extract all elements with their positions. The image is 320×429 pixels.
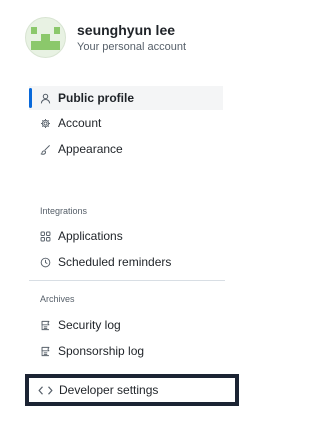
sidebar-item-applications[interactable]: Applications	[29, 224, 223, 248]
sidebar-item-appearance[interactable]: Appearance	[29, 137, 223, 161]
username[interactable]: seunghyun lee	[77, 22, 186, 39]
avatar[interactable]	[25, 17, 66, 58]
sidebar-item-scheduled-reminders[interactable]: Scheduled reminders	[29, 250, 223, 274]
gear-icon	[40, 118, 51, 129]
log-icon	[40, 320, 51, 331]
account-header: seunghyun lee Your personal account	[25, 17, 186, 58]
clock-icon	[40, 257, 51, 268]
sidebar-item-label: Developer settings	[59, 383, 159, 397]
account-names: seunghyun lee Your personal account	[77, 22, 186, 54]
section-heading-integrations: Integrations	[40, 206, 88, 216]
sidebar-item-security-log[interactable]: Security log	[29, 313, 223, 337]
sidebar-item-account[interactable]: Account	[29, 111, 223, 135]
apps-grid-icon	[40, 231, 51, 242]
sidebar-divider	[29, 280, 225, 281]
section-heading-archives: Archives	[40, 294, 75, 304]
paintbrush-icon	[40, 144, 51, 155]
sidebar-item-label: Appearance	[58, 142, 123, 156]
sidebar-item-label: Public profile	[58, 91, 135, 105]
sidebar-item-sponsorship-log[interactable]: Sponsorship log	[29, 339, 223, 363]
active-indicator	[29, 88, 32, 108]
account-subtitle: Your personal account	[77, 40, 187, 53]
sidebar-item-label: Security log	[58, 318, 121, 332]
sidebar-item-label: Sponsorship log	[58, 344, 145, 358]
sidebar-item-developer-settings[interactable]: Developer settings	[25, 374, 239, 406]
sidebar-item-label: Applications	[58, 229, 123, 243]
code-icon	[38, 385, 53, 396]
log-icon	[40, 346, 51, 357]
sidebar-item-label: Scheduled reminders	[58, 255, 172, 269]
sidebar-item-public-profile[interactable]: Public profile	[29, 86, 223, 110]
person-icon	[40, 93, 51, 104]
sidebar-item-label: Account	[58, 116, 102, 130]
